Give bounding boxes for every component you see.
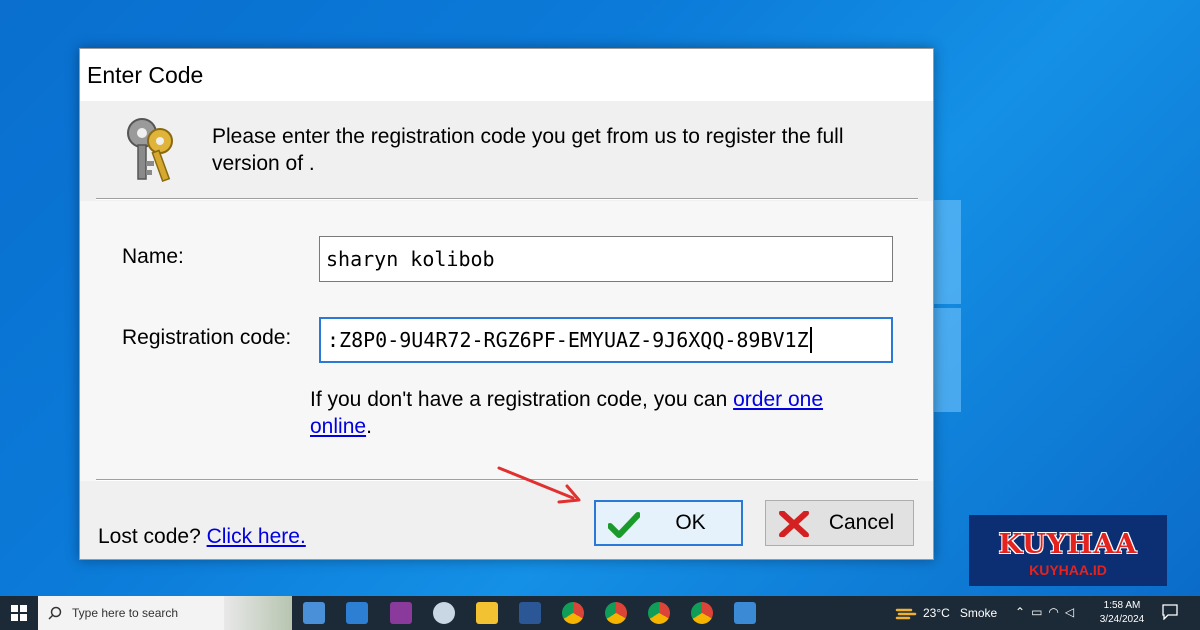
cancel-label: Cancel [828, 511, 895, 534]
watermark-subtitle: KUYHAA.ID [1029, 562, 1107, 578]
notification-icon[interactable] [1162, 604, 1178, 620]
ok-button[interactable]: OK [594, 500, 743, 546]
search-highlight-image [224, 596, 292, 630]
keys-icon [127, 118, 173, 183]
red-arrow-annotation [497, 466, 581, 504]
registration-code-value: :Z8P0-9U4R72-RGZ6PF-EMYUAZ-9J6XQQ-89BV1Z [327, 328, 809, 352]
taskbar: Type here to search 23°C Smoke ⌃▭◠◁ 1:58… [0, 596, 1200, 630]
winrar-icon[interactable] [390, 602, 412, 624]
search-placeholder: Type here to search [72, 606, 179, 620]
taskbar-clock[interactable]: 1:58 AM 3/24/2024 [1096, 599, 1148, 627]
volume-icon[interactable]: ◁ [1065, 605, 1080, 619]
name-label: Name: [122, 245, 184, 268]
weather-smoke-icon [895, 608, 917, 620]
chrome-profile-k-icon[interactable] [691, 602, 713, 624]
lost-code-link[interactable]: Click here. [207, 525, 306, 548]
chrome-icon[interactable] [562, 602, 584, 624]
lost-code-text: Lost code? [98, 525, 207, 548]
clock-time: 1:58 AM [1103, 600, 1141, 611]
name-field[interactable]: sharyn kolibob [319, 236, 893, 282]
registration-code-field[interactable]: :Z8P0-9U4R72-RGZ6PF-EMYUAZ-9J6XQQ-89BV1Z [319, 317, 893, 363]
order-info: If you don't have a registration code, y… [310, 386, 890, 440]
name-value: sharyn kolibob [326, 247, 495, 271]
registration-code-label: Registration code: [122, 326, 292, 349]
system-tray-icons[interactable]: ⌃▭◠◁ [1015, 605, 1080, 619]
dialog-prompt: Please enter the registration code you g… [212, 125, 844, 175]
weather-condition: Smoke [959, 606, 998, 620]
kuyhaa-watermark-logo: KUYHAA KUYHAA.ID [969, 515, 1167, 586]
header-separator [96, 198, 918, 200]
ok-label: OK [675, 511, 706, 534]
mail-icon[interactable] [346, 602, 368, 624]
watermark-title: KUYHAA [998, 529, 1138, 560]
wifi-icon[interactable]: ◠ [1048, 605, 1064, 619]
dialog-titlebar[interactable]: Enter Code [80, 49, 933, 101]
order-info-text: If you don't have a registration code, y… [310, 388, 734, 411]
dialog-title: Enter Code [87, 61, 204, 88]
order-info-end: . [366, 415, 372, 438]
weather-widget[interactable]: 23°C Smoke [895, 596, 997, 630]
weather-temp: 23°C [923, 606, 950, 620]
text-caret [809, 327, 812, 353]
app-icon[interactable] [433, 602, 455, 624]
search-icon [48, 606, 62, 620]
registration-app-icon[interactable] [734, 602, 756, 624]
battery-icon[interactable]: ▭ [1031, 605, 1048, 619]
start-button[interactable] [0, 596, 38, 630]
cancel-button[interactable]: Cancel [765, 500, 914, 546]
task-view-icon[interactable] [303, 602, 325, 624]
chevron-up-icon[interactable]: ⌃ [1015, 605, 1031, 619]
word-icon[interactable] [519, 602, 541, 624]
clock-date: 3/24/2024 [1099, 614, 1145, 625]
taskbar-search-box[interactable]: Type here to search [38, 596, 292, 630]
file-explorer-icon[interactable] [476, 602, 498, 624]
windows-start-icon [11, 605, 27, 621]
chrome-profile-icon[interactable] [605, 602, 627, 624]
chrome-profile-b-icon[interactable] [648, 602, 670, 624]
lost-code: Lost code? Click here. [98, 525, 306, 549]
